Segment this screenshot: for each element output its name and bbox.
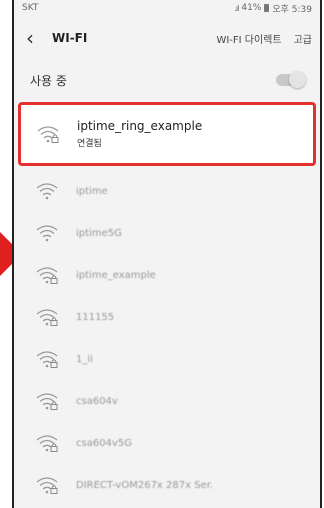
network-text: iptime_ring_example 연결됨 <box>77 119 202 149</box>
network-text: DIRECT-vOM267x 287x Ser. <box>76 480 213 491</box>
wifi-lock-icon <box>36 308 58 326</box>
in-use-label: 사용 중 <box>30 73 67 88</box>
network-name: iptime_example <box>76 269 156 281</box>
network-status: 연결됨 <box>77 139 102 149</box>
app-header: ‹ WI-FI WI-FI 다이렉트 고급 <box>14 16 320 60</box>
battery-icon <box>264 4 270 12</box>
status-right: .ıl 41% 오후 5:39 <box>234 2 312 15</box>
connected-network-item[interactable]: iptime_ring_example 연결됨 <box>18 102 316 166</box>
phone-screen: SKT .ıl 41% 오후 5:39 ‹ WI-FI WI-FI 다이렉트 고… <box>12 0 322 508</box>
network-text: iptime5G <box>76 228 122 239</box>
carrier-label: SKT <box>22 3 39 13</box>
wifi-lock-icon <box>36 392 58 410</box>
network-item[interactable]: 111155 <box>14 296 320 338</box>
chevron-left-icon[interactable]: ‹ <box>26 26 48 50</box>
wifi-lock-icon <box>36 266 58 284</box>
network-text: 111155 <box>76 312 114 323</box>
advanced-button[interactable]: 고급 <box>294 31 312 46</box>
network-name: 111155 <box>76 311 115 323</box>
network-item[interactable]: iptime_example <box>14 254 320 296</box>
status-bar: SKT .ıl 41% 오후 5:39 <box>14 0 320 16</box>
wifi-icon <box>36 224 58 242</box>
network-item[interactable]: csa604v <box>14 380 320 422</box>
network-name: csa604v <box>76 395 118 407</box>
wifi-lock-icon <box>36 476 58 494</box>
in-use-row[interactable]: 사용 중 <box>14 60 320 100</box>
network-name: 1_ii <box>76 353 93 365</box>
page-title: WI-FI <box>52 31 88 45</box>
wifi-toggle[interactable] <box>276 71 306 88</box>
network-name: csa604v5G <box>76 437 132 449</box>
wifi-lock-icon <box>37 125 59 143</box>
network-text: iptime <box>76 186 108 197</box>
network-name: iptime <box>76 185 108 197</box>
network-text: csa604v5G <box>76 438 132 449</box>
wifi-lock-icon <box>36 434 58 452</box>
network-name: DIRECT-vOM267x 287x Ser. <box>76 479 214 491</box>
network-text: 1_ii <box>76 354 93 365</box>
network-item[interactable]: DIRECT-vOM267x 287x Ser. <box>14 464 320 506</box>
network-text: iptime_example <box>76 270 156 281</box>
network-list: iptime_ring_example 연결됨 iptime iptime5G ipti… <box>14 102 320 506</box>
wifi-lock-icon <box>36 350 58 368</box>
wifi-direct-button[interactable]: WI-FI 다이렉트 <box>216 31 281 46</box>
network-item[interactable]: iptime5G <box>14 212 320 254</box>
wifi-icon <box>36 182 58 200</box>
network-name: iptime5G <box>76 227 122 239</box>
toggle-knob <box>289 71 306 88</box>
network-item[interactable]: csa604v5G <box>14 422 320 464</box>
battery-percent: 41% <box>241 3 262 13</box>
clock: 오후 5:39 <box>272 4 312 15</box>
network-item[interactable]: 1_ii <box>14 338 320 380</box>
network-name: iptime_ring_example <box>77 119 203 133</box>
network-item[interactable]: iptime <box>14 170 320 212</box>
signal-icon: .ıl <box>234 3 239 13</box>
network-text: csa604v <box>76 396 118 407</box>
